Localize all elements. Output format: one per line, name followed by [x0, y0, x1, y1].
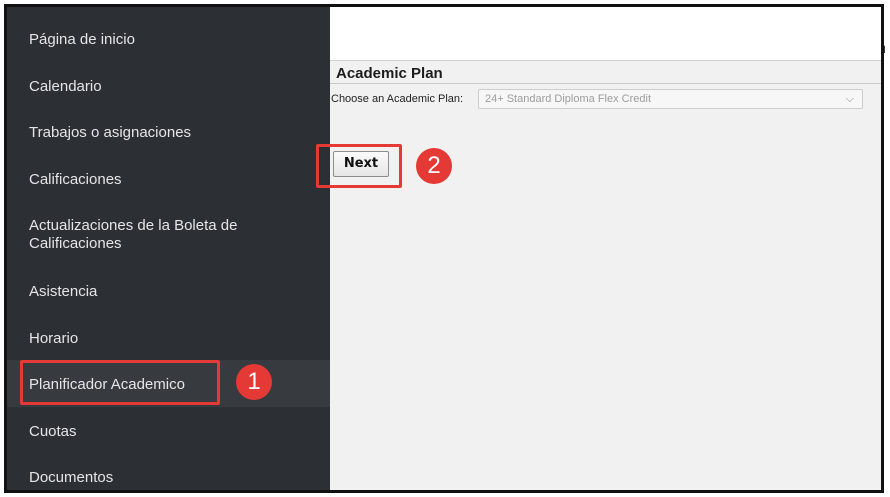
step-badge-2: 2	[416, 148, 452, 184]
sidebar-item-label: Asistencia	[29, 283, 98, 300]
sidebar-item-label: Documentos	[29, 469, 114, 486]
top-bar	[330, 7, 881, 61]
sidebar-item-label: Página de inicio	[29, 31, 135, 48]
divider	[330, 83, 881, 84]
page-title: Academic Plan	[336, 65, 443, 82]
highlight-box-1	[20, 360, 220, 405]
sidebar-item-documentos[interactable]: Documentos	[7, 469, 330, 487]
sidebar-item-label: Trabajos o asignaciones	[29, 124, 192, 141]
academic-plan-select[interactable]: 24+ Standard Diploma Flex Credit ⌵	[478, 89, 863, 109]
sidebar-item-cuotas[interactable]: Cuotas	[7, 423, 330, 441]
step-badge-1: 1	[236, 364, 272, 400]
sidebar-item-label: Actualizaciones de la Boleta de	[29, 217, 238, 234]
sidebar-item-inicio[interactable]: Página de inicio	[7, 31, 330, 49]
main-content: Academic Plan Choose an Academic Plan: 2…	[330, 7, 881, 490]
sidebar-item-label: Horario	[29, 330, 79, 347]
sidebar-item-calendario[interactable]: Calendario	[7, 78, 330, 96]
sidebar: Página de inicio Calendario Trabajos o a…	[7, 7, 330, 490]
sidebar-item-horario[interactable]: Horario	[7, 330, 330, 348]
app-window: Página de inicio Calendario Trabajos o a…	[4, 4, 884, 493]
sidebar-item-actualizaciones-boleta[interactable]: Actualizaciones de la Boleta de Califica…	[7, 217, 330, 253]
sidebar-item-calificaciones[interactable]: Calificaciones	[7, 171, 330, 189]
highlight-box-2	[316, 144, 402, 188]
academic-plan-label: Choose an Academic Plan:	[331, 93, 464, 105]
sidebar-item-label: Calificaciones	[29, 171, 122, 188]
sidebar-item-trabajos[interactable]: Trabajos o asignaciones	[7, 124, 330, 142]
sidebar-item-label: Calendario	[29, 78, 102, 95]
sidebar-item-asistencia[interactable]: Asistencia	[7, 283, 330, 301]
sidebar-item-label: Cuotas	[29, 423, 77, 440]
sidebar-item-label-line2: Calificaciones	[29, 235, 122, 252]
chevron-down-icon: ⌵	[845, 93, 854, 105]
academic-plan-value: 24+ Standard Diploma Flex Credit	[485, 93, 651, 105]
